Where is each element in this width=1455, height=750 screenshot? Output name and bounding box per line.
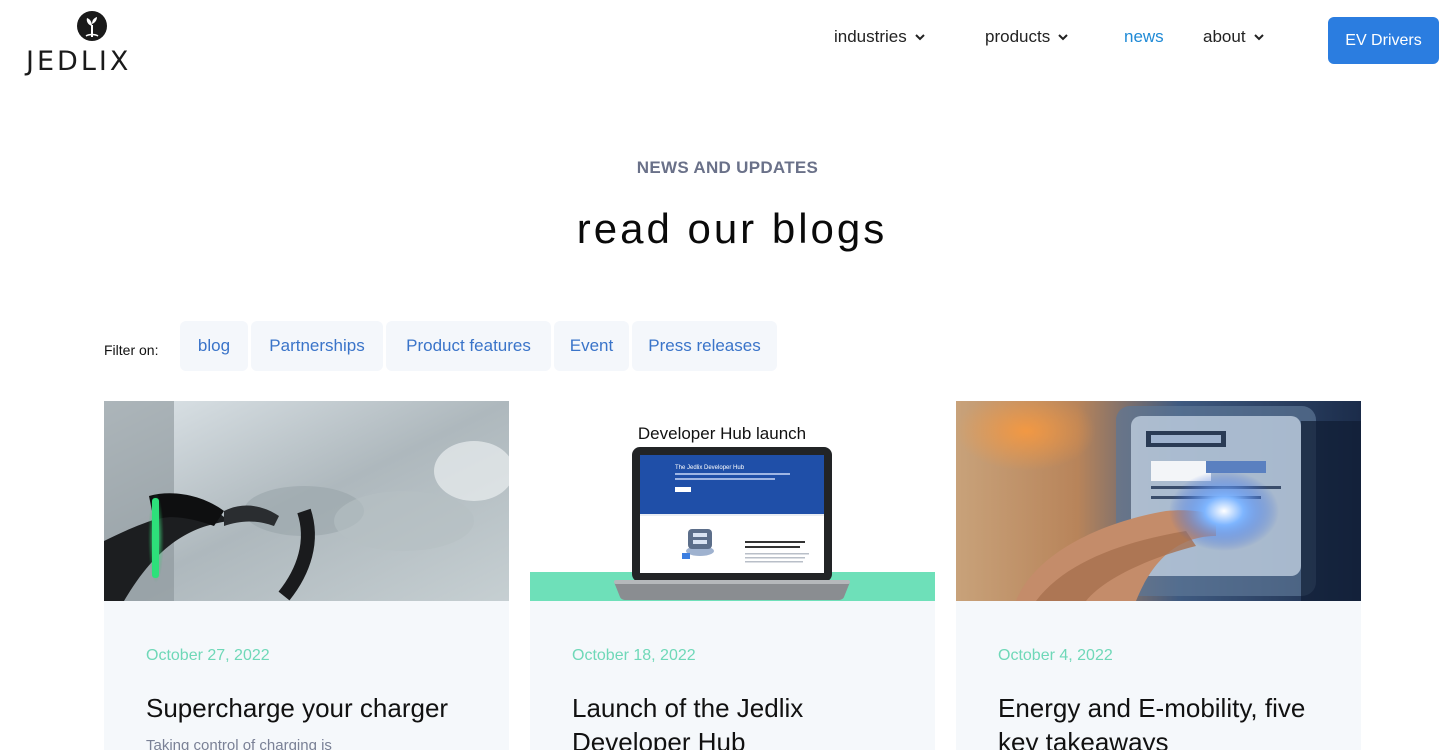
site-header: JEDLIX industries products news about EV… [0,0,1455,80]
ev-drivers-button[interactable]: EV Drivers [1328,17,1439,64]
nav-item-products[interactable]: products [985,24,1070,50]
post-excerpt: Taking control of charging is [146,737,332,750]
post-date: October 27, 2022 [146,647,270,664]
post-title[interactable]: Energy and E-mobility, five key takeaway… [998,691,1338,750]
image-caption: Developer Hub launch [638,424,806,443]
filter-chip-press-releases[interactable]: Press releases [632,321,777,371]
blog-card-body[interactable]: October 18, 2022 Launch of the Jedlix De… [530,601,935,750]
blog-card[interactable]: Developer Hub launch The Jedlix Develope… [530,401,935,750]
filter-chip-blog[interactable]: blog [180,321,248,371]
post-date: October 4, 2022 [998,647,1113,664]
filter-chip-partnerships[interactable]: Partnerships [251,321,383,371]
filter-label: Filter on: [104,342,159,358]
blog-card[interactable]: October 27, 2022 Supercharge your charge… [104,401,509,750]
page-title: read our blogs [576,205,888,252]
developer-hub-laptop-illustration[interactable]: Developer Hub launch The Jedlix Develope… [530,401,935,601]
nav-item-label: about [1203,27,1246,46]
blog-card-body[interactable]: October 4, 2022 Energy and E-mobility, f… [956,601,1361,750]
jedlix-logo[interactable]: JEDLIX [26,10,158,77]
post-title[interactable]: Launch of the Jedlix Developer Hub [572,691,912,750]
blog-card-body[interactable]: October 27, 2022 Supercharge your charge… [104,601,509,750]
screen-heading: The Jedlix Developer Hub [675,465,745,471]
plant-globe-icon [77,11,107,41]
chevron-down-icon [1253,34,1264,41]
chevron-down-icon [1058,34,1068,41]
chevron-down-icon [915,34,925,41]
ev-charger-plug-photo[interactable] [104,401,509,601]
nav-item-label: news [1124,27,1164,46]
electricity-meter-photo[interactable] [956,401,1361,601]
nav-item-industries[interactable]: industries [834,24,927,50]
nav-item-label: industries [834,27,907,46]
nav-item-label: products [985,27,1051,46]
post-date: October 18, 2022 [572,647,696,664]
filter-chip-product-features[interactable]: Product features [386,321,551,371]
nav-item-news[interactable]: news [1124,24,1164,50]
filter-chip-event[interactable]: Event [554,321,629,371]
section-eyebrow: NEWS AND UPDATES [636,158,819,177]
post-title[interactable]: Supercharge your charger [146,691,486,725]
logo-wordmark: JEDLIX [26,46,132,77]
blog-card[interactable]: October 4, 2022 Energy and E-mobility, f… [956,401,1361,750]
nav-item-about[interactable]: about [1203,24,1266,50]
